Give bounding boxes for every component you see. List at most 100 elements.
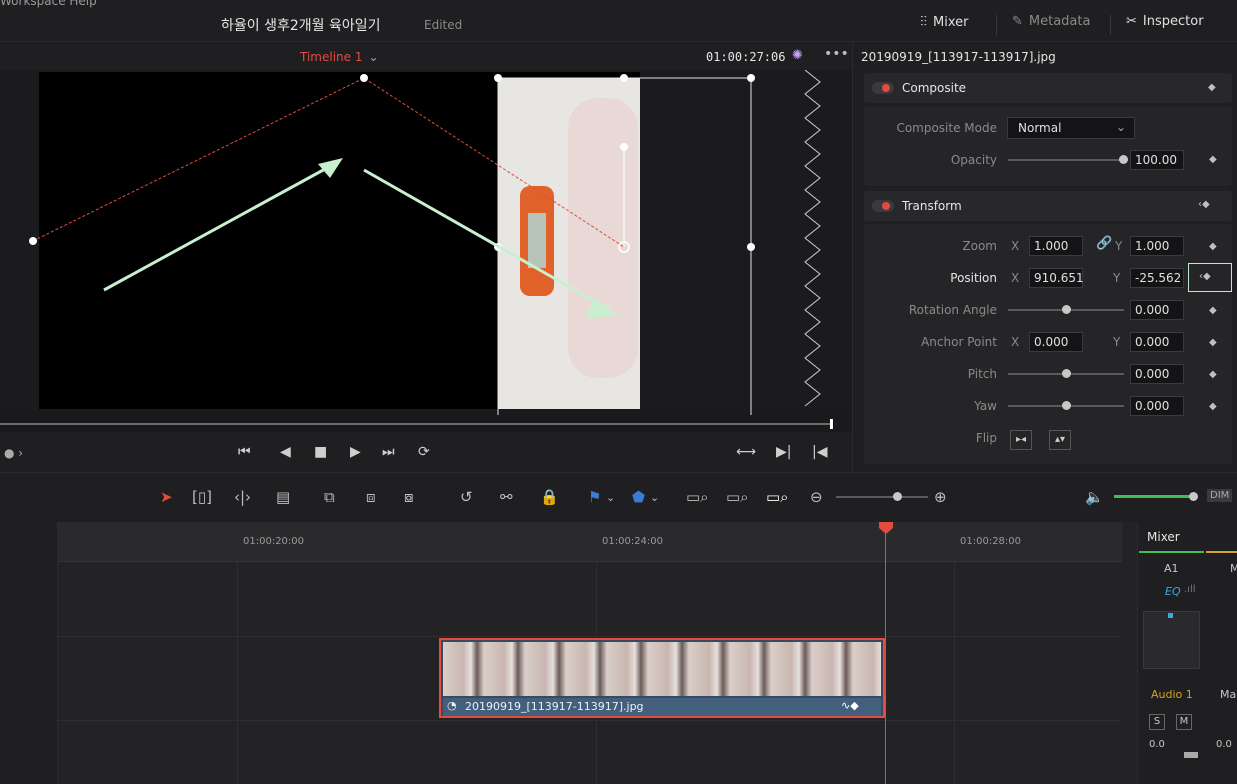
viewer-scrubber[interactable] [0,423,832,425]
more-options-icon[interactable]: ••• [824,46,849,62]
mixer-icon: ⫶⫶ [920,14,927,30]
composite-mode-label: Composite Mode [896,121,997,135]
flip-vertical-icon[interactable]: ▴▾ [1049,430,1071,450]
keyframe-icon[interactable]: ◆ [1209,241,1217,252]
transform-handle[interactable] [620,74,628,82]
keyframe-highlight[interactable]: ‹◆ [1188,263,1232,292]
timeline-zoom-knob[interactable] [893,492,902,501]
path-point[interactable] [29,237,37,245]
grid-line [237,562,238,784]
keyframe-icon[interactable]: ◆ [1208,82,1216,93]
transform-section-header[interactable]: Transform ‹◆ [864,191,1232,221]
marker-icon[interactable]: ⬟ [632,488,645,506]
chevron-down-icon[interactable]: ⌄ [606,491,615,504]
timeline-selector[interactable]: Timeline 1 ⌄ [300,50,379,64]
position-y-field[interactable]: -25.562 [1130,268,1184,288]
inspector-clip-name: 20190919_[113917-113917].jpg [861,50,1056,64]
anchor-y-label: Y [1113,335,1121,349]
go-to-end-icon[interactable]: ⏭ [382,444,395,460]
stop-icon[interactable]: ■ [314,444,327,460]
flip-horizontal-icon[interactable]: ▸◂ [1010,430,1032,450]
master-volume-slider[interactable] [1114,495,1194,498]
anchor-y-field[interactable]: 0.000 [1130,332,1184,352]
prev-edit-icon[interactable]: |◀ [812,444,827,460]
zoom-detail-icon[interactable]: ▭⌕ [726,488,749,506]
keyframe-icon[interactable]: ◆ [1209,369,1217,380]
menu-bar[interactable]: Workspace Help [0,0,97,8]
metadata-button[interactable]: ✎ Metadata [1012,14,1090,29]
next-edit-icon[interactable]: ▶| [776,444,791,460]
transform-handle[interactable] [747,74,755,82]
timeline-playhead[interactable] [885,522,886,784]
match-frame-icon[interactable]: ⟷ [736,444,756,460]
chevron-down-icon[interactable]: ⌄ [650,491,659,504]
keyframe-icon[interactable]: ◆ [1209,154,1217,165]
composite-toggle[interactable] [872,82,894,94]
keyframe-nav-icon[interactable]: ‹◆ [1199,271,1211,282]
keyframe-nav-icon[interactable]: ‹◆ [1198,199,1210,210]
blade-tool-icon[interactable]: ▤ [276,488,290,506]
eq-label[interactable]: EQ [1165,585,1181,598]
opacity-slider-knob[interactable] [1119,155,1128,164]
composite-mode-dropdown[interactable]: Normal ⌄ [1007,117,1135,139]
zoom-y-field[interactable]: 1.000 [1130,236,1184,256]
keyframe-icon[interactable]: ◆ [1209,337,1217,348]
go-to-start-icon[interactable]: ⏮ [238,444,251,460]
dim-button[interactable]: DIM [1207,489,1233,502]
lock-icon[interactable]: 🔒 [540,488,559,506]
composite-section-header[interactable]: Composite ◆ [864,73,1232,103]
insert-clip-icon[interactable]: ⧉ [324,488,335,506]
zoom-full-icon[interactable]: ▭⌕ [686,488,709,506]
position-x-field[interactable]: 910.651 [1029,268,1084,288]
rotation-slider-knob[interactable] [1062,305,1071,314]
pitch-label: Pitch [967,367,997,381]
keyframe-icon[interactable]: ◆ [1209,401,1217,412]
yaw-field[interactable]: 0.000 [1130,396,1184,416]
color-wheel-icon[interactable]: ✺ [792,48,803,63]
overwrite-clip-icon[interactable]: ⧈ [366,488,376,506]
scrub-playhead[interactable] [830,419,833,429]
timeline-clip[interactable]: ◔ 20190919_[113917-113917].jpg ∿◆ [439,638,885,718]
jog-icon[interactable]: ● › [4,446,23,460]
play-icon[interactable]: ▶ [350,444,361,460]
mixer-title: Mixer [1147,530,1180,544]
mute-button[interactable]: M [1176,714,1192,730]
zoom-out-icon[interactable]: ⊖ [810,488,823,506]
anchor-x-field[interactable]: 0.000 [1029,332,1083,352]
opacity-slider[interactable] [1008,159,1124,161]
opacity-field[interactable]: 100.00 [1130,150,1184,170]
solo-button[interactable]: S [1149,714,1165,730]
replace-clip-icon[interactable]: ⧇ [404,488,414,506]
speaker-icon[interactable]: 🔈 [1085,488,1104,506]
trim-tool-icon[interactable]: [▯] [192,488,212,506]
rotation-handle[interactable] [620,143,628,151]
pitch-field[interactable]: 0.000 [1130,364,1184,384]
transform-handle[interactable] [747,243,755,251]
dynamic-trim-icon[interactable]: ‹|› [234,488,251,506]
flag-icon[interactable]: ⚑ [588,488,601,506]
pitch-slider-knob[interactable] [1062,369,1071,378]
keyframe-icon[interactable]: ◆ [1209,305,1217,316]
yaw-slider-knob[interactable] [1062,401,1071,410]
rotation-field[interactable]: 0.000 [1130,300,1184,320]
inspector-button[interactable]: ✂ Inspector [1126,14,1204,29]
linked-selection-icon[interactable]: ⚯ [500,488,513,506]
fader-knob[interactable] [1184,752,1198,758]
link-icon[interactable]: 🔗 [1096,236,1112,251]
pan-control[interactable] [1143,611,1200,669]
reverse-icon[interactable]: ◀ [280,444,291,460]
zoom-in-icon[interactable]: ⊕ [934,488,947,506]
snapping-icon[interactable]: ↺ [460,488,473,506]
transform-handle[interactable] [494,74,502,82]
transform-toggle[interactable] [872,200,894,212]
path-point[interactable] [360,74,368,82]
mixer-button[interactable]: ⫶⫶ Mixer [920,14,968,30]
curve-icon[interactable]: ∿◆ [841,699,859,712]
selection-tool-icon[interactable]: ➤ [160,488,173,506]
motion-path-overlay[interactable] [0,70,852,415]
loop-icon[interactable]: ⟳ [418,444,430,460]
timeline-zoom-slider[interactable] [836,496,928,498]
zoom-custom-icon[interactable]: ▭⌕ [766,488,789,506]
master-volume-knob[interactable] [1189,492,1198,501]
zoom-x-field[interactable]: 1.000 [1029,236,1083,256]
